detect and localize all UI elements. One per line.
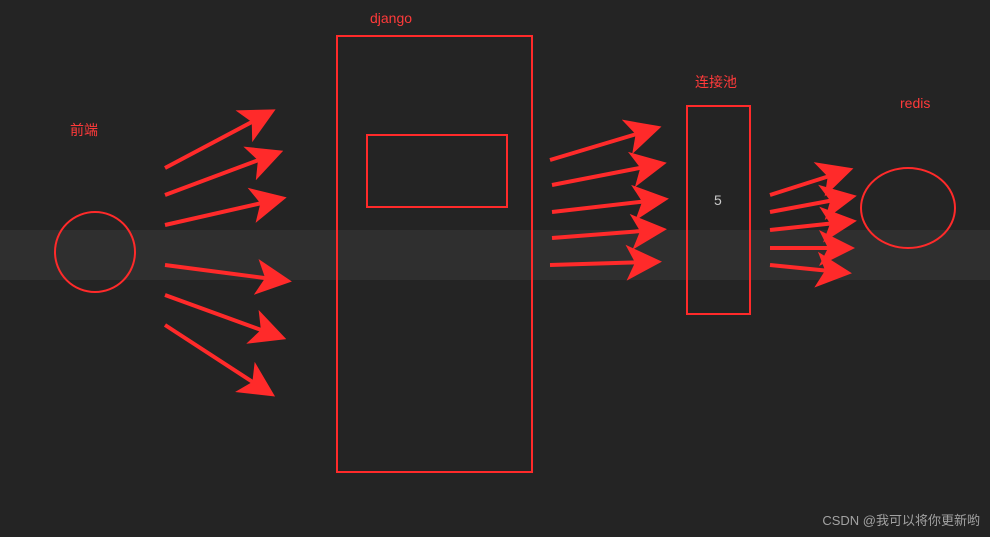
frontend-label: 前端 (70, 120, 98, 140)
pool-label: 连接池 (695, 72, 737, 92)
arrows-pool-redis (770, 172, 845, 272)
pool-size-text: 5 (714, 192, 722, 208)
diagram-canvas (0, 0, 990, 537)
pool-box (687, 106, 750, 314)
watermark: CSDN @我可以将你更新哟 (822, 510, 980, 529)
django-inner-box (367, 135, 507, 207)
arrows-frontend-django (165, 115, 280, 390)
django-label: django (370, 10, 412, 26)
redis-label: redis (900, 95, 930, 111)
redis-node (861, 168, 955, 248)
frontend-node (55, 212, 135, 292)
arrows-django-pool (550, 130, 657, 265)
django-box (337, 36, 532, 472)
